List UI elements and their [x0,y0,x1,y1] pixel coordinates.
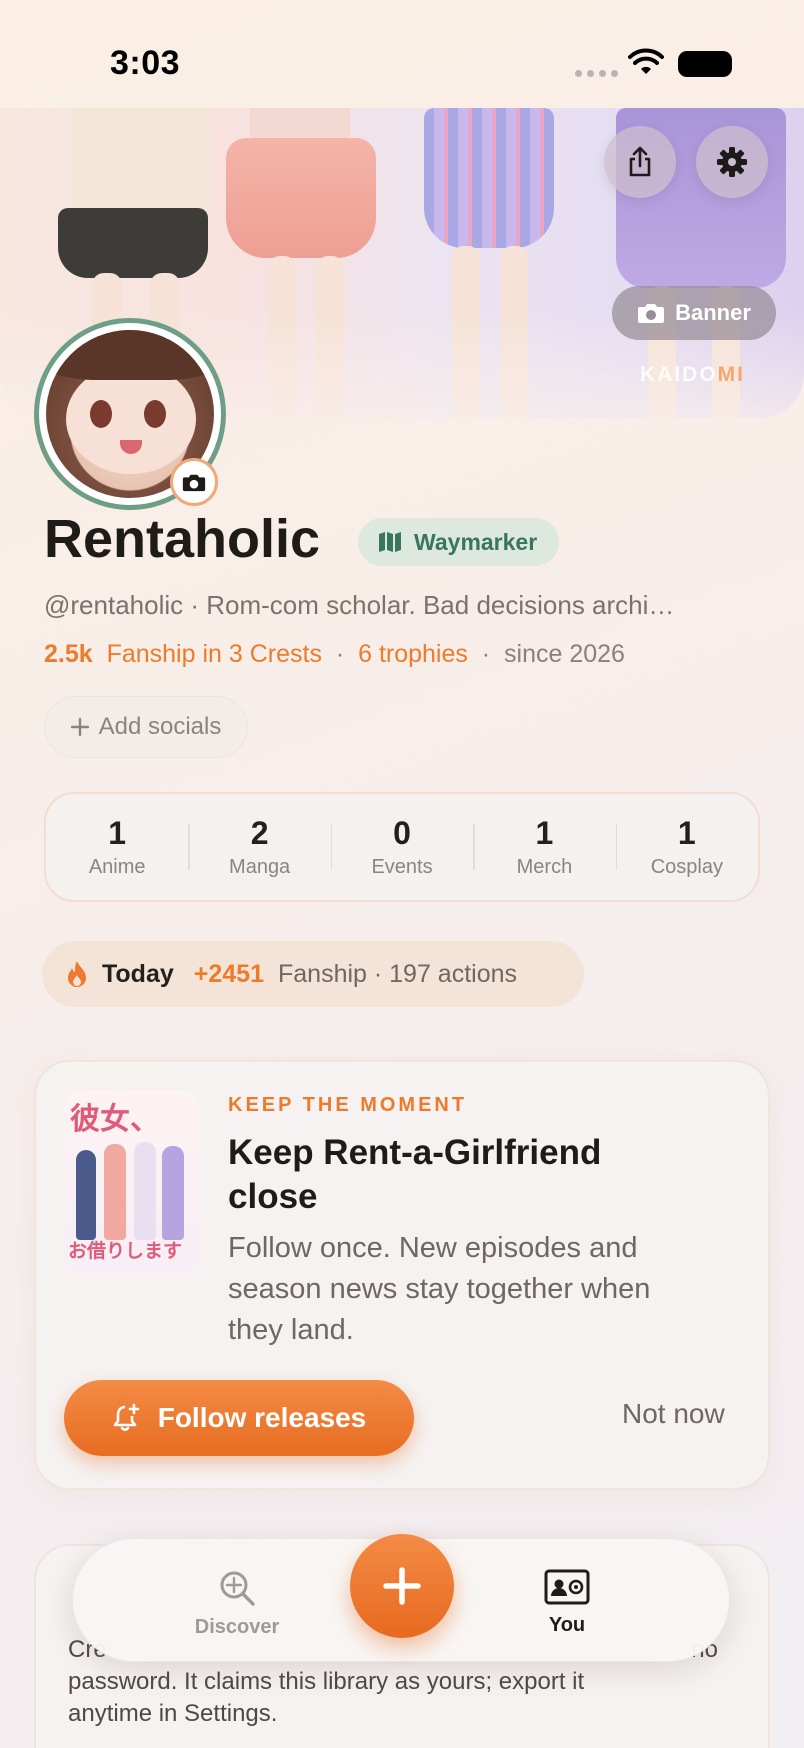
map-icon [379,532,401,552]
count-label: Anime [88,856,146,878]
gear-icon [717,147,747,177]
count-label: Events [371,856,433,878]
wifi-icon [628,48,664,74]
collection-counts: 1 Anime 2 Manga 0 Events 1 Merch 1 Cospl… [44,792,760,902]
battery-icon [678,51,732,77]
add-socials-button[interactable]: Add socials [44,696,248,758]
count-label: Merch [516,856,573,878]
anime-thumbnail[interactable]: 彼女、 お借りします [64,1090,200,1276]
create-button[interactable] [350,1534,454,1638]
camera-icon [638,304,665,323]
search-sparkle-icon [220,1571,255,1606]
profile-bio: @rentaholic · Rom-com scholar. Bad decis… [44,590,675,620]
display-name: Rentaholic [44,509,321,569]
today-fanship-pill[interactable]: Today +2451 Fanship · 197 actions [42,941,584,1007]
signal-dots-icon [575,70,618,77]
banner-button-label: Banner [675,300,751,325]
profile-card-icon [544,1569,590,1605]
follow-releases-button[interactable]: Follow releases [64,1380,414,1456]
today-delta: +2451 [193,959,264,988]
card-title: Keep Rent-a-Girlfriend close [228,1133,602,1216]
count-label: Cosplay [650,856,723,878]
separator: · [335,640,345,668]
card-body: Follow once. New episodes and season new… [228,1232,651,1346]
nav-you-label: You [548,1614,586,1636]
claim-text-line-2: password. It claims this library as your… [68,1668,585,1695]
brand-prefix: KAIDO [640,363,718,386]
fanship-summary: 2.5k Fanship in 3 Crests · 6 trophies · … [44,640,625,669]
settings-button[interactable] [696,126,768,198]
plus-icon [70,718,89,736]
change-avatar-button[interactable] [170,458,218,506]
fanship-crests-link[interactable]: Fanship in 3 Crests [107,640,322,668]
separator: · [481,640,491,668]
status-time: 3:03 [110,44,181,82]
count-value: 1 [535,815,554,851]
member-since: since 2026 [504,640,625,668]
today-actions: Fanship · 197 actions [277,959,518,988]
count-value: 1 [108,815,127,851]
plus-icon [383,1567,421,1605]
fanship-count: 2.5k [44,640,93,668]
not-now-button[interactable]: Not now [622,1398,725,1430]
thumbnail-title-bottom: お借りします [68,1240,183,1262]
brand-suffix: MI [717,363,745,386]
add-socials-label: Add socials [98,713,222,740]
brand-watermark: KAIDOMI [640,363,745,387]
count-anime[interactable]: 1 Anime [46,794,188,900]
count-label: Manga [229,856,291,878]
nav-you[interactable]: You [512,1568,622,1637]
change-banner-button[interactable]: Banner [612,286,776,340]
count-cosplay[interactable]: 1 Cosplay [615,794,758,900]
nav-discover[interactable]: Discover [182,1568,292,1639]
nav-discover-label: Discover [194,1616,280,1638]
camera-icon [182,474,206,491]
card-eyebrow: KEEP THE MOMENT [228,1094,468,1116]
count-value: 0 [393,815,411,851]
follow-releases-label: Follow releases [157,1402,367,1433]
share-button[interactable] [604,126,676,198]
count-value: 1 [677,815,696,851]
flame-icon [68,961,86,987]
count-manga[interactable]: 2 Manga [188,794,330,900]
bell-plus-icon [113,1403,140,1431]
trophies-link[interactable]: 6 trophies [358,640,468,668]
rank-badge[interactable]: Waymarker [358,518,560,566]
rank-badge-label: Waymarker [414,528,538,555]
count-merch[interactable]: 1 Merch [473,794,615,900]
count-events[interactable]: 0 Events [330,794,473,900]
count-value: 2 [250,815,269,851]
today-label: Today [102,959,174,988]
claim-text-line-3: anytime in Settings. [68,1700,278,1727]
thumbnail-title-top: 彼女、 [70,1102,160,1137]
share-icon [629,146,651,177]
